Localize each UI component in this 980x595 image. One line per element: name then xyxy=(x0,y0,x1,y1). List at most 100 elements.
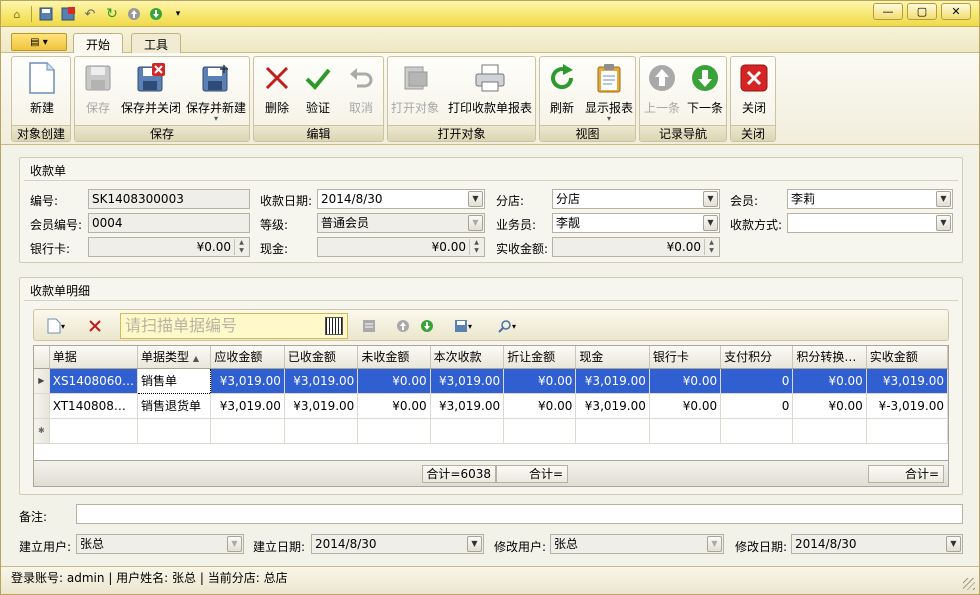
chevron-down-icon[interactable]: ▼ xyxy=(936,191,951,207)
col-header[interactable]: 单据 xyxy=(49,346,139,369)
col-header[interactable]: 折让金额 xyxy=(503,346,577,369)
chevron-down-icon[interactable]: ▼ xyxy=(468,215,483,231)
save-icon[interactable] xyxy=(38,6,54,22)
modified-date-field[interactable]: 2014/8/30 ▼ xyxy=(791,534,963,554)
close-form-button[interactable]: 关闭 xyxy=(737,59,771,125)
save-button[interactable]: 保存 xyxy=(79,59,117,125)
resize-grip-icon[interactable] xyxy=(963,578,975,590)
delete-row-icon[interactable] xyxy=(86,317,104,335)
down-icon[interactable] xyxy=(418,317,436,335)
delete-button[interactable]: 删除 xyxy=(260,59,294,125)
level-select[interactable]: 普通会员 ▼ xyxy=(317,213,485,233)
chevron-down-icon[interactable]: ▼ xyxy=(707,536,722,552)
chevron-down-icon[interactable]: ▼ xyxy=(703,215,718,231)
spinner-icon[interactable]: ▲ ▼ xyxy=(704,239,718,255)
table-cell[interactable]: ¥0.00 xyxy=(503,393,577,419)
table-cell[interactable]: ¥-3,019.00 xyxy=(866,393,948,419)
prev-record-button[interactable]: 上一条 xyxy=(644,59,680,125)
table-cell[interactable]: ¥3,019.00 xyxy=(575,368,650,394)
table-cell[interactable]: 0 xyxy=(720,368,794,394)
table-cell[interactable]: ¥0.00 xyxy=(357,368,431,394)
new-button[interactable]: 新建 xyxy=(18,59,66,125)
branch-select[interactable]: 分店 ▼ xyxy=(552,189,720,209)
edit-row-icon[interactable] xyxy=(360,317,378,335)
col-header[interactable]: 未收金额 xyxy=(357,346,431,369)
new-row-icon[interactable]: ▾ xyxy=(42,317,70,335)
down-icon[interactable] xyxy=(148,6,164,22)
save-layout-icon[interactable]: ▾ xyxy=(448,317,478,335)
refresh-button[interactable]: 刷新 xyxy=(546,59,578,125)
table-cell[interactable]: ¥0.00 xyxy=(649,368,722,394)
show-report-button[interactable]: 显示报表 ▾ xyxy=(584,59,634,125)
table-cell[interactable]: ¥0.00 xyxy=(792,368,867,394)
table-cell[interactable]: ¥3,019.00 xyxy=(575,393,650,419)
up-icon[interactable] xyxy=(126,6,142,22)
table-cell[interactable]: ¥3,019.00 xyxy=(284,368,359,394)
minimize-button[interactable]: — xyxy=(873,3,903,20)
next-record-button[interactable]: 下一条 xyxy=(686,59,724,125)
creator-select[interactable]: 张总 ▼ xyxy=(76,534,244,554)
tab-tools[interactable]: 工具 xyxy=(131,33,182,54)
table-cell[interactable]: XS1408060… xyxy=(49,368,139,394)
col-header[interactable]: 已收金额 xyxy=(284,346,359,369)
customize-icon[interactable]: ▾ xyxy=(170,6,186,22)
table-cell[interactable]: ¥0.00 xyxy=(792,393,867,419)
cancel-button[interactable]: 取消 xyxy=(344,59,378,125)
spinner-icon[interactable]: ▲ ▼ xyxy=(469,239,483,255)
table-cell[interactable]: ¥0.00 xyxy=(357,393,431,419)
chevron-down-icon[interactable]: ▼ xyxy=(946,536,961,552)
created-date-field[interactable]: 2014/8/30 ▼ xyxy=(311,534,484,554)
table-cell[interactable]: XT140808… xyxy=(49,393,139,419)
chevron-down-icon[interactable]: ▼ xyxy=(468,191,483,207)
col-header[interactable]: 银行卡 xyxy=(649,346,722,369)
up-icon[interactable] xyxy=(394,317,412,335)
chevron-down-icon[interactable]: ▼ xyxy=(227,536,242,552)
col-header[interactable]: 本次收款 xyxy=(430,346,505,369)
col-header[interactable]: 应收金额 xyxy=(210,346,285,369)
col-header[interactable]: 单据类型 ▲ xyxy=(137,346,212,369)
member-no-field[interactable]: 0004 xyxy=(88,213,250,233)
open-object-button[interactable]: 打开对象 xyxy=(390,59,440,125)
number-field[interactable]: SK1408300003 xyxy=(88,189,250,209)
table-cell[interactable]: ¥3,019.00 xyxy=(210,393,285,419)
table-cell[interactable]: ¥3,019.00 xyxy=(210,368,285,394)
remark-field[interactable] xyxy=(76,504,963,524)
print-report-button[interactable]: 打印收款单报表 xyxy=(446,59,534,125)
table-cell[interactable]: ¥3,019.00 xyxy=(866,368,948,394)
validate-button[interactable]: 验证 xyxy=(301,59,335,125)
scan-input[interactable]: 请扫描单据编号 xyxy=(120,313,348,339)
salesman-select[interactable]: 李靓 ▼ xyxy=(552,213,720,233)
new-row[interactable]: ✱ xyxy=(34,418,948,444)
table-cell[interactable]: ¥3,019.00 xyxy=(430,393,505,419)
chevron-down-icon[interactable]: ▼ xyxy=(467,536,482,552)
table-cell[interactable]: ¥3,019.00 xyxy=(284,393,359,419)
pay-method-select[interactable]: ▼ xyxy=(787,213,953,233)
save-close-icon[interactable] xyxy=(60,6,76,22)
table-cell[interactable]: 销售退货单 xyxy=(137,393,212,419)
tab-home[interactable]: 开始 xyxy=(73,33,124,54)
save-new-button[interactable]: 保存并新建 ▾ xyxy=(185,59,247,125)
table-cell[interactable]: ¥3,019.00 xyxy=(430,368,505,394)
app-icon[interactable]: ⌂ xyxy=(9,6,25,22)
table-row[interactable]: XT140808… 销售退货单 ¥3,019.00 ¥3,019.00 ¥0.0… xyxy=(34,393,948,419)
spinner-icon[interactable]: ▲ ▼ xyxy=(234,239,248,255)
col-header[interactable]: 实收金额 xyxy=(866,346,948,369)
search-icon[interactable]: ▾ xyxy=(492,317,522,335)
actual-amount-field[interactable]: ¥0.00 ▲ ▼ xyxy=(552,237,720,257)
close-button[interactable]: ✕ xyxy=(941,3,971,20)
table-cell[interactable]: 0 xyxy=(720,393,794,419)
barcode-icon[interactable] xyxy=(325,317,343,335)
table-cell[interactable]: ¥0.00 xyxy=(649,393,722,419)
maximize-button[interactable]: ▢ xyxy=(907,3,937,20)
member-select[interactable]: 李莉 ▼ xyxy=(787,189,953,209)
modifier-select[interactable]: 张总 ▼ xyxy=(550,534,724,554)
table-cell[interactable]: ¥0.00 xyxy=(503,368,577,394)
col-header[interactable]: 积分转换… xyxy=(792,346,867,369)
chevron-down-icon[interactable]: ▼ xyxy=(703,191,718,207)
undo-icon[interactable]: ↶ xyxy=(82,6,98,22)
table-row[interactable]: ▶ XS1408060… 销售单 ¥3,019.00 ¥3,019.00 ¥0.… xyxy=(34,367,948,394)
refresh-icon[interactable]: ↻ xyxy=(104,6,120,22)
col-header[interactable]: 支付积分 xyxy=(720,346,794,369)
chevron-down-icon[interactable]: ▼ xyxy=(936,215,951,231)
save-close-button[interactable]: 保存并关闭 xyxy=(121,59,181,125)
